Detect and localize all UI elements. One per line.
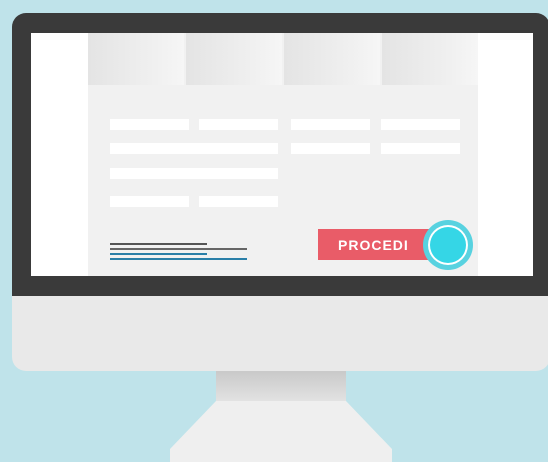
proceed-button[interactable]: PROCEDI (318, 229, 438, 260)
monitor-base (170, 401, 392, 462)
text-placeholder (381, 143, 460, 154)
header-image-tile (284, 33, 380, 85)
monitor-chin (12, 296, 548, 371)
link-line[interactable] (110, 258, 247, 260)
text-placeholder (110, 119, 189, 130)
link-line[interactable] (110, 253, 207, 255)
header-image-tile (382, 33, 478, 85)
header-image-tile (88, 33, 184, 85)
link-line[interactable] (110, 243, 207, 245)
text-placeholder (291, 143, 370, 154)
text-placeholder (110, 168, 278, 179)
text-placeholder (110, 196, 189, 207)
header-image-tile (186, 33, 282, 85)
text-placeholder (110, 143, 278, 154)
text-placeholder (199, 196, 278, 207)
text-placeholder (381, 119, 460, 130)
link-line[interactable] (110, 248, 247, 250)
monitor-neck (216, 371, 346, 401)
click-indicator-core (428, 225, 468, 265)
monitor-screen: PROCEDI (31, 33, 533, 276)
text-placeholder (199, 119, 278, 130)
proceed-button-label: PROCEDI (338, 236, 409, 253)
text-placeholder (291, 119, 370, 130)
